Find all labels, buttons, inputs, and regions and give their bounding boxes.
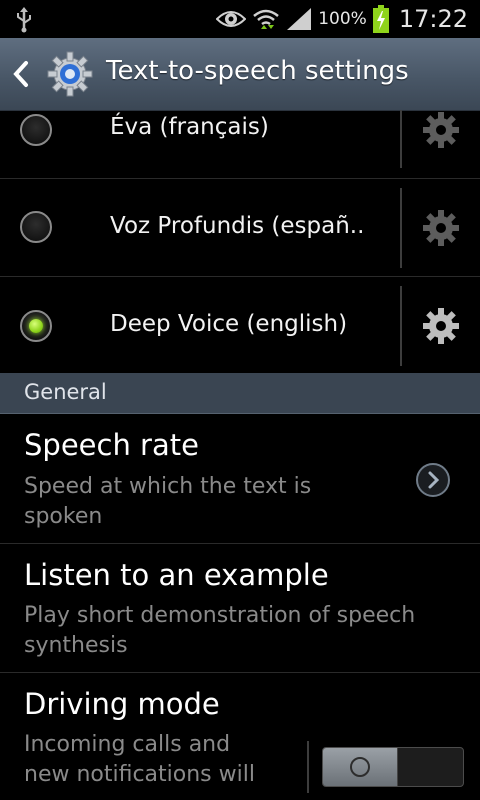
engine-row[interactable]: Deep Voice (english)	[0, 277, 480, 375]
pref-summary: Play short demonstration of speech synth…	[24, 601, 415, 661]
status-bar: 100% 17:22	[0, 0, 480, 38]
toggle-knob	[323, 748, 398, 786]
pref-title: Speech rate	[24, 428, 199, 462]
pref-speech-rate[interactable]: Speech rate Speed at which the text is s…	[0, 414, 480, 544]
engine-row[interactable]: Éva (français)	[0, 110, 480, 179]
pref-listen-example[interactable]: Listen to an example Play short demonstr…	[0, 544, 480, 673]
divider	[400, 110, 402, 168]
page-title: Text-to-speech settings	[106, 56, 409, 86]
gear-icon[interactable]	[422, 307, 460, 345]
eye-icon	[216, 11, 247, 27]
pref-title: Listen to an example	[24, 558, 329, 592]
pref-driving-mode[interactable]: Driving mode Incoming calls and new noti…	[0, 673, 480, 800]
pref-title: Driving mode	[24, 687, 220, 721]
divider	[400, 286, 402, 366]
engine-list: Éva (français) Voz Profundis (españ.. De…	[0, 110, 480, 375]
settings-gear-icon[interactable]	[46, 50, 94, 98]
gear-icon[interactable]	[422, 209, 460, 247]
chevron-right-button[interactable]	[416, 463, 450, 497]
battery-percent: 100%	[318, 9, 367, 29]
pref-summary-line: spoken	[24, 504, 103, 529]
pref-summary: Speed at which the text is spoken	[24, 472, 311, 532]
pref-summary-line: Play short demonstration of speech	[24, 603, 416, 628]
engine-label: Éva (français)	[110, 114, 269, 140]
chevron-right-icon	[428, 471, 440, 489]
wifi-icon	[253, 9, 280, 29]
radio-selected-dot	[29, 319, 43, 333]
action-bar: Text-to-speech settings	[0, 38, 480, 111]
pref-summary-line: synthesis	[24, 633, 128, 658]
radio-button[interactable]	[20, 114, 52, 146]
battery-charging-icon	[372, 5, 389, 33]
section-header-general: General	[0, 373, 480, 414]
signal-icon	[287, 8, 312, 30]
driving-mode-toggle[interactable]	[322, 747, 464, 787]
pref-summary-line: new notifications will	[24, 762, 255, 787]
toggle-off-icon	[350, 757, 370, 777]
divider	[307, 741, 309, 793]
radio-button-selected[interactable]	[20, 310, 52, 342]
gear-icon[interactable]	[422, 111, 460, 149]
pref-summary-line: Incoming calls and	[24, 732, 231, 757]
pref-summary-line: Speed at which the text is	[24, 474, 312, 499]
section-header-label: General	[24, 380, 107, 404]
divider	[400, 188, 402, 268]
engine-row[interactable]: Voz Profundis (españ..	[0, 179, 480, 277]
radio-button[interactable]	[20, 211, 52, 243]
chevron-left-icon[interactable]	[10, 60, 32, 88]
engine-label: Deep Voice (english)	[110, 311, 348, 337]
engine-label: Voz Profundis (españ..	[110, 213, 365, 239]
pref-summary: Incoming calls and new notifications wil…	[24, 730, 255, 790]
status-clock: 17:22	[398, 5, 468, 33]
usb-icon	[17, 7, 31, 33]
